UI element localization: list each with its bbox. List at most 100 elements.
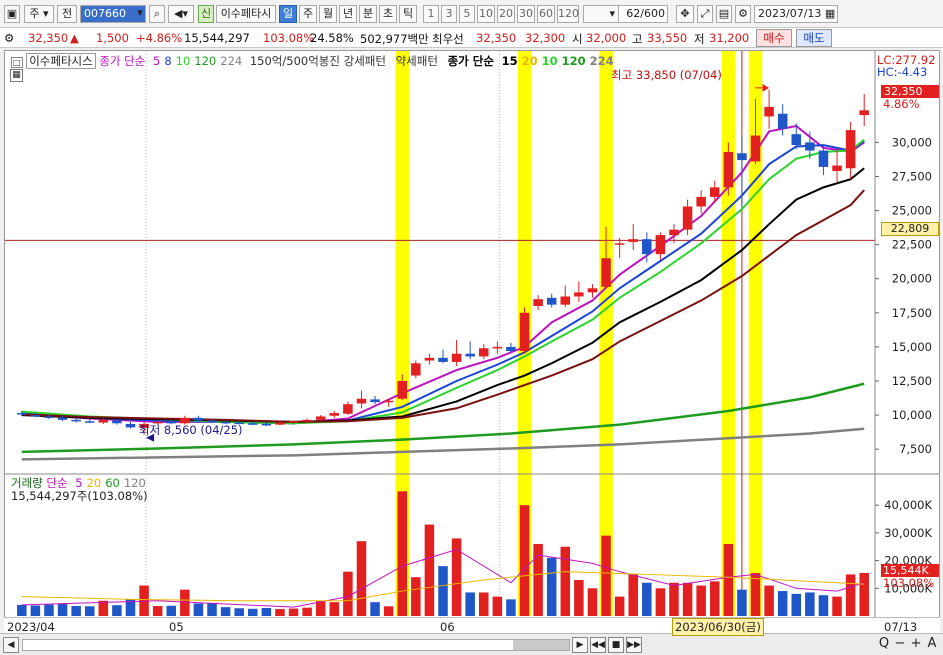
market-label: 주 xyxy=(29,7,40,20)
volume-bar-36 xyxy=(506,599,516,616)
min-annotation: 최저 8,560 (04/25) xyxy=(139,423,243,437)
stock-name-legend[interactable]: 이수페타시스 xyxy=(26,53,96,69)
interval-button-1[interactable]: 3 xyxy=(441,5,457,23)
zoom-button-3[interactable]: A xyxy=(924,637,940,653)
high-price: 33,550 xyxy=(647,31,688,45)
chart-area[interactable]: 30,000 27,500 25,000 22,500 20,000 17,500 15,0… xyxy=(4,50,940,633)
ma-line-8 xyxy=(21,140,865,425)
indicator-box-icon[interactable]: □ xyxy=(11,57,23,68)
search-icon[interactable]: ⌕ xyxy=(149,5,165,23)
volume-bar-50 xyxy=(696,585,706,616)
volume-ratio: 103.08% xyxy=(263,31,315,45)
scroll-right-icon[interactable]: ▶ xyxy=(572,637,588,653)
settings-icon[interactable]: ⚙ xyxy=(4,31,14,45)
market-select[interactable]: 주 ▾ xyxy=(24,5,54,23)
price-tick-label-6: 15,000 xyxy=(892,340,932,354)
interval-button-0[interactable]: 1 xyxy=(423,5,439,23)
interval-button-5[interactable]: 30 xyxy=(517,5,535,23)
period-tab-3[interactable]: 년 xyxy=(339,5,357,23)
date-axis: 2023/04 05 06 2023/06/30(금) 07/13 xyxy=(4,617,940,636)
candle-body-26 xyxy=(370,399,380,403)
ma2-period-3: 120 xyxy=(561,54,586,68)
candle-body-60 xyxy=(832,165,842,171)
volume-bar-18 xyxy=(261,607,272,616)
zoom-button-0[interactable]: Q xyxy=(876,637,892,653)
volume-bar-2 xyxy=(44,604,54,616)
stock-name-field[interactable]: 이수페타시 xyxy=(216,5,276,23)
interval-button-2[interactable]: 5 xyxy=(459,5,475,23)
chart-canvas[interactable]: 30,000 27,500 25,000 22,500 20,000 17,500 15,0… xyxy=(5,51,939,632)
expand-icon[interactable]: ⤢ xyxy=(697,5,713,23)
candle-body-23 xyxy=(329,413,340,416)
volume-bar-6 xyxy=(98,600,109,616)
interval-button-7[interactable]: 120 xyxy=(557,5,579,23)
volume-bar-7 xyxy=(112,605,122,616)
scroll-left-icon[interactable]: ◀ xyxy=(3,637,19,653)
volume-value: 15,544,297 xyxy=(184,31,250,45)
prev-button[interactable]: 전 xyxy=(57,5,77,23)
forward-icon[interactable]: ▶▶ xyxy=(626,637,642,653)
chart-menu-icon[interactable]: ▣ xyxy=(4,5,20,23)
candle-body-7 xyxy=(112,420,122,424)
up-arrow-icon: ▲ xyxy=(70,31,79,45)
gear-icon[interactable]: ⚙ xyxy=(735,5,751,23)
zoom-button-2[interactable]: + xyxy=(908,637,924,653)
low-price: 31,200 xyxy=(709,31,750,45)
interval-dropdown[interactable]: ▾ xyxy=(583,5,619,23)
buy-button[interactable]: 매수 xyxy=(756,29,792,47)
last-volume-pct: 103.08% xyxy=(883,576,935,590)
interval-button-3[interactable]: 10 xyxy=(477,5,495,23)
volume-bar-15 xyxy=(220,607,231,616)
date-input[interactable]: 2023/07/13 ▦ xyxy=(754,5,838,23)
stop-icon[interactable]: ■ xyxy=(608,637,624,653)
save-icon[interactable]: ▤ xyxy=(716,5,732,23)
period-tab-6[interactable]: 틱 xyxy=(399,5,417,23)
price-tick-label-9: 7,500 xyxy=(899,442,932,456)
ma-line-5 xyxy=(21,124,865,425)
period-tab-1[interactable]: 주 xyxy=(299,5,317,23)
candle-body-52 xyxy=(723,151,734,188)
new-stock-badge[interactable]: 신 xyxy=(198,5,214,23)
scrollbar-track[interactable] xyxy=(22,639,570,651)
highlight-band-3 xyxy=(721,51,736,616)
period-tab-2[interactable]: 월 xyxy=(319,5,337,23)
volume-bar-25 xyxy=(356,541,367,616)
volume-bar-23 xyxy=(329,602,340,616)
period-tab-4[interactable]: 분 xyxy=(359,5,377,23)
price-tick-label-4: 20,000 xyxy=(892,272,932,286)
volume-bar-16 xyxy=(234,608,244,616)
period-tab-5[interactable]: 초 xyxy=(379,5,397,23)
sell-button[interactable]: 매도 xyxy=(796,29,832,47)
candle-body-4 xyxy=(71,419,81,422)
count-input[interactable]: 62/600 xyxy=(612,5,668,23)
zoom-button-1[interactable]: − xyxy=(892,637,908,653)
trade-amount: 502,977백만 xyxy=(360,32,429,46)
ma2-period-0: 15 xyxy=(501,54,518,68)
candle-body-2 xyxy=(44,416,54,418)
scrollbar-thumb[interactable] xyxy=(513,640,569,650)
open-price: 32,000 xyxy=(586,31,627,45)
best-bid: 32,300 xyxy=(525,31,566,45)
count-total: /600 xyxy=(640,7,665,20)
speaker-icon[interactable]: ◀▾ xyxy=(168,5,194,23)
date-label-apr: 2023/04 xyxy=(7,620,55,634)
last-price-pct: 4.86% xyxy=(883,97,920,111)
chevron-down-icon[interactable]: ▾ xyxy=(133,5,147,23)
date-label-may: 05 xyxy=(169,620,184,634)
rewind-icon[interactable]: ◀◀ xyxy=(590,637,606,653)
period-tab-0[interactable]: 일 xyxy=(279,5,297,23)
candle-body-0 xyxy=(17,413,27,415)
volume-bar-10 xyxy=(152,606,163,616)
crosshair-icon[interactable]: ✥ xyxy=(676,5,694,23)
volume-bar-4 xyxy=(71,606,81,616)
price-tick-label-1: 27,500 xyxy=(892,169,932,183)
candle-body-30 xyxy=(424,357,435,361)
candle-body-8 xyxy=(125,423,136,428)
bottom-bar: ◀ ▶ ◀◀ ■ ▶▶ Q − + A xyxy=(0,633,943,655)
grid-toggle-icon[interactable]: ▦ xyxy=(10,69,23,82)
interval-button-4[interactable]: 20 xyxy=(497,5,515,23)
calendar-icon[interactable]: ▦ xyxy=(825,7,835,20)
interval-button-6[interactable]: 60 xyxy=(537,5,555,23)
candle-body-6 xyxy=(98,419,109,423)
volume-bar-53 xyxy=(737,589,747,616)
